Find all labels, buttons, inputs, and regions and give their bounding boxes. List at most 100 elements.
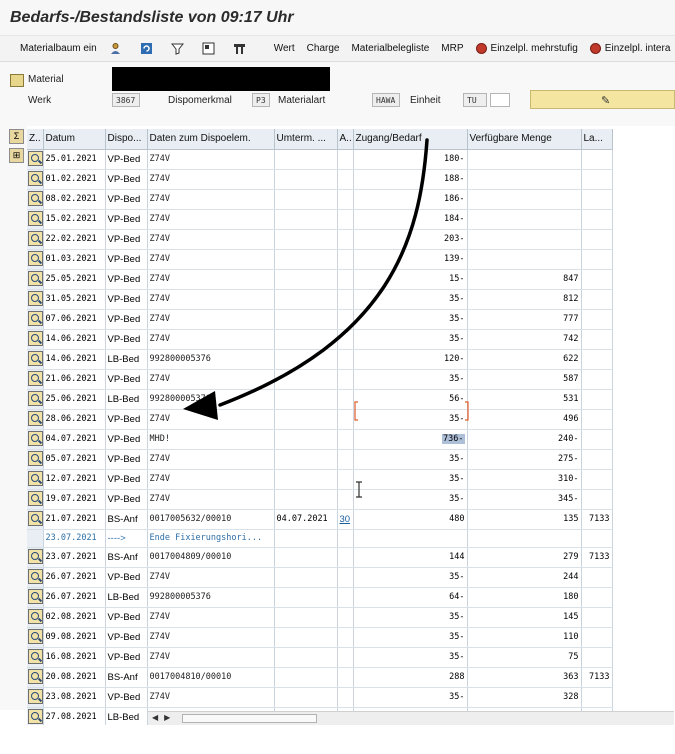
table-row[interactable]: 19.07.2021 VP-Bed Z74V 35- 345-: [27, 489, 613, 510]
charge-button[interactable]: Charge: [307, 43, 340, 54]
cell-datum: 14.06.2021: [43, 349, 106, 370]
table-row[interactable]: 23.08.2021 VP-Bed Z74V 35- 328: [27, 687, 613, 708]
person-icon[interactable]: [109, 42, 128, 55]
table-row[interactable]: 23.07.2021 BS-Anf 0017004809/00010 144 279 71…: [27, 547, 613, 568]
magnifier-icon[interactable]: [28, 250, 42, 266]
magnifier-icon[interactable]: [28, 210, 42, 226]
col-header-z[interactable]: Z..: [27, 129, 44, 150]
material-icon[interactable]: [10, 74, 24, 87]
magnifier-icon[interactable]: [28, 270, 42, 286]
materialbelegliste-button[interactable]: Materialbelegliste: [351, 43, 429, 54]
magnifier-icon[interactable]: [28, 390, 42, 406]
tree-icon[interactable]: ⊞: [9, 148, 24, 163]
magnifier-icon[interactable]: [28, 628, 42, 644]
col-header-la[interactable]: La...: [581, 129, 613, 150]
table-row[interactable]: 26.07.2021 VP-Bed Z74V 35- 244: [27, 567, 613, 588]
edit-button[interactable]: ✎: [530, 90, 675, 109]
cell-a: [337, 169, 354, 190]
col-header-a[interactable]: A..: [337, 129, 354, 150]
table-row[interactable]: 20.08.2021 BS-Anf 0017004810/00010 288 363 71…: [27, 667, 613, 688]
magnifier-icon[interactable]: [28, 708, 42, 724]
col-header-umterm[interactable]: Umterm. ...: [274, 129, 338, 150]
einheit-extra-field[interactable]: [490, 93, 510, 107]
mrp-button[interactable]: MRP: [441, 43, 463, 54]
scroll-arrows-icon[interactable]: ◀▶: [152, 713, 176, 722]
refresh-icon[interactable]: [140, 42, 159, 55]
table-row[interactable]: 07.06.2021 VP-Bed Z74V 35- 777: [27, 309, 613, 330]
magnifier-icon[interactable]: [28, 648, 42, 664]
table-row[interactable]: 31.05.2021 VP-Bed Z74V 35- 812: [27, 289, 613, 310]
magnifier-icon[interactable]: [28, 430, 42, 446]
col-header-datum[interactable]: Datum: [43, 129, 106, 150]
cell-zugang: 35-: [353, 687, 468, 708]
magnifier-icon[interactable]: [28, 310, 42, 326]
cell-umterm: [274, 607, 338, 628]
magnifier-icon[interactable]: [28, 410, 42, 426]
table-row[interactable]: 14.06.2021 VP-Bed Z74V 35- 742: [27, 329, 613, 350]
wert-button[interactable]: Wert: [274, 43, 295, 54]
magnifier-icon[interactable]: [28, 350, 42, 366]
magnifier-icon[interactable]: [28, 470, 42, 486]
magnifier-icon[interactable]: [28, 568, 42, 584]
magnifier-icon[interactable]: [28, 290, 42, 306]
table-row[interactable]: 09.08.2021 VP-Bed Z74V 35- 110: [27, 627, 613, 648]
einzelpl-mehrstufig-button[interactable]: Einzelpl. mehrstufig: [475, 43, 578, 54]
table-row[interactable]: 08.02.2021 VP-Bed Z74V 186-: [27, 189, 613, 210]
table-row[interactable]: 26.07.2021 LB-Bed 992800005376 64- 180: [27, 587, 613, 608]
table-icon[interactable]: [233, 42, 252, 55]
table-row[interactable]: 05.07.2021 VP-Bed Z74V 35- 275-: [27, 449, 613, 470]
table-row[interactable]: 25.01.2021 VP-Bed Z74V 180-: [27, 149, 613, 170]
magnifier-icon[interactable]: [28, 588, 42, 604]
cell-a-value[interactable]: 30: [340, 514, 351, 525]
cell-verf: 180: [467, 587, 582, 608]
cell-verf-value: 135: [563, 514, 579, 524]
table-row[interactable]: 01.03.2021 VP-Bed Z74V 139-: [27, 249, 613, 270]
einheit-field[interactable]: TU: [463, 93, 487, 107]
col-header-zugang[interactable]: Zugang/Bedarf: [353, 129, 468, 150]
magnifier-icon[interactable]: [28, 150, 42, 166]
table-row[interactable]: 15.02.2021 VP-Bed Z74V 184-: [27, 209, 613, 230]
einzelpl-interaktiv-button[interactable]: Einzelpl. intera: [589, 43, 670, 54]
col-header-dispo[interactable]: Dispo...: [105, 129, 148, 150]
magnifier-icon[interactable]: [28, 230, 42, 246]
cell-zugang-value: 35-: [449, 374, 465, 384]
materialart-field[interactable]: HAWA: [372, 93, 400, 107]
table-row[interactable]: 23.07.2021 ----> Ende Fixierungshori...: [27, 529, 613, 548]
table-row[interactable]: 12.07.2021 VP-Bed Z74V 35- 310-: [27, 469, 613, 490]
table-row[interactable]: 01.02.2021 VP-Bed Z74V 188-: [27, 169, 613, 190]
magnifier-icon[interactable]: [28, 510, 42, 526]
materialbaum-button[interactable]: Materialbaum ein: [20, 43, 97, 54]
dispomerkmal-field[interactable]: P3: [252, 93, 270, 107]
magnifier-icon[interactable]: [28, 608, 42, 624]
werk-field[interactable]: 3867: [112, 93, 140, 107]
scroll-thumb[interactable]: [182, 714, 317, 723]
table-row[interactable]: 04.07.2021 VP-Bed MHD! 736- 240-: [27, 429, 613, 450]
cell-la: [581, 289, 613, 310]
magnifier-icon[interactable]: [28, 548, 42, 564]
table-row[interactable]: 22.02.2021 VP-Bed Z74V 203-: [27, 229, 613, 250]
table-row[interactable]: 14.06.2021 LB-Bed 992800005376 120- 622: [27, 349, 613, 370]
sum-icon[interactable]: Σ: [9, 129, 24, 144]
magnifier-icon[interactable]: [28, 490, 42, 506]
cell-la: [581, 567, 613, 588]
table-row[interactable]: 21.06.2021 VP-Bed Z74V 35- 587: [27, 369, 613, 390]
magnifier-icon[interactable]: [28, 688, 42, 704]
table-row[interactable]: 02.08.2021 VP-Bed Z74V 35- 145: [27, 607, 613, 628]
table-row[interactable]: 25.05.2021 VP-Bed Z74V 15- 847: [27, 269, 613, 290]
magnifier-icon[interactable]: [28, 370, 42, 386]
magnifier-icon[interactable]: [28, 668, 42, 684]
layout-icon[interactable]: [202, 42, 221, 55]
magnifier-icon[interactable]: [28, 450, 42, 466]
col-header-verf[interactable]: Verfügbare Menge: [467, 129, 582, 150]
table-row[interactable]: 25.06.2021 LB-Bed 992800005376 56- 531: [27, 389, 613, 410]
table-row[interactable]: 28.06.2021 VP-Bed Z74V 35- 496: [27, 409, 613, 430]
cell-daten-value: Z74V: [149, 334, 170, 344]
table-row[interactable]: 16.08.2021 VP-Bed Z74V 35- 75: [27, 647, 613, 668]
col-header-daten[interactable]: Daten zum Dispoelem.: [147, 129, 275, 150]
magnifier-icon[interactable]: [28, 330, 42, 346]
horizontal-scrollbar[interactable]: ◀▶: [148, 711, 674, 725]
filter-icon[interactable]: [170, 42, 190, 55]
magnifier-icon[interactable]: [28, 170, 42, 186]
table-row[interactable]: 21.07.2021 BS-Anf 0017005632/00010 04.07.20…: [27, 509, 613, 530]
magnifier-icon[interactable]: [28, 190, 42, 206]
